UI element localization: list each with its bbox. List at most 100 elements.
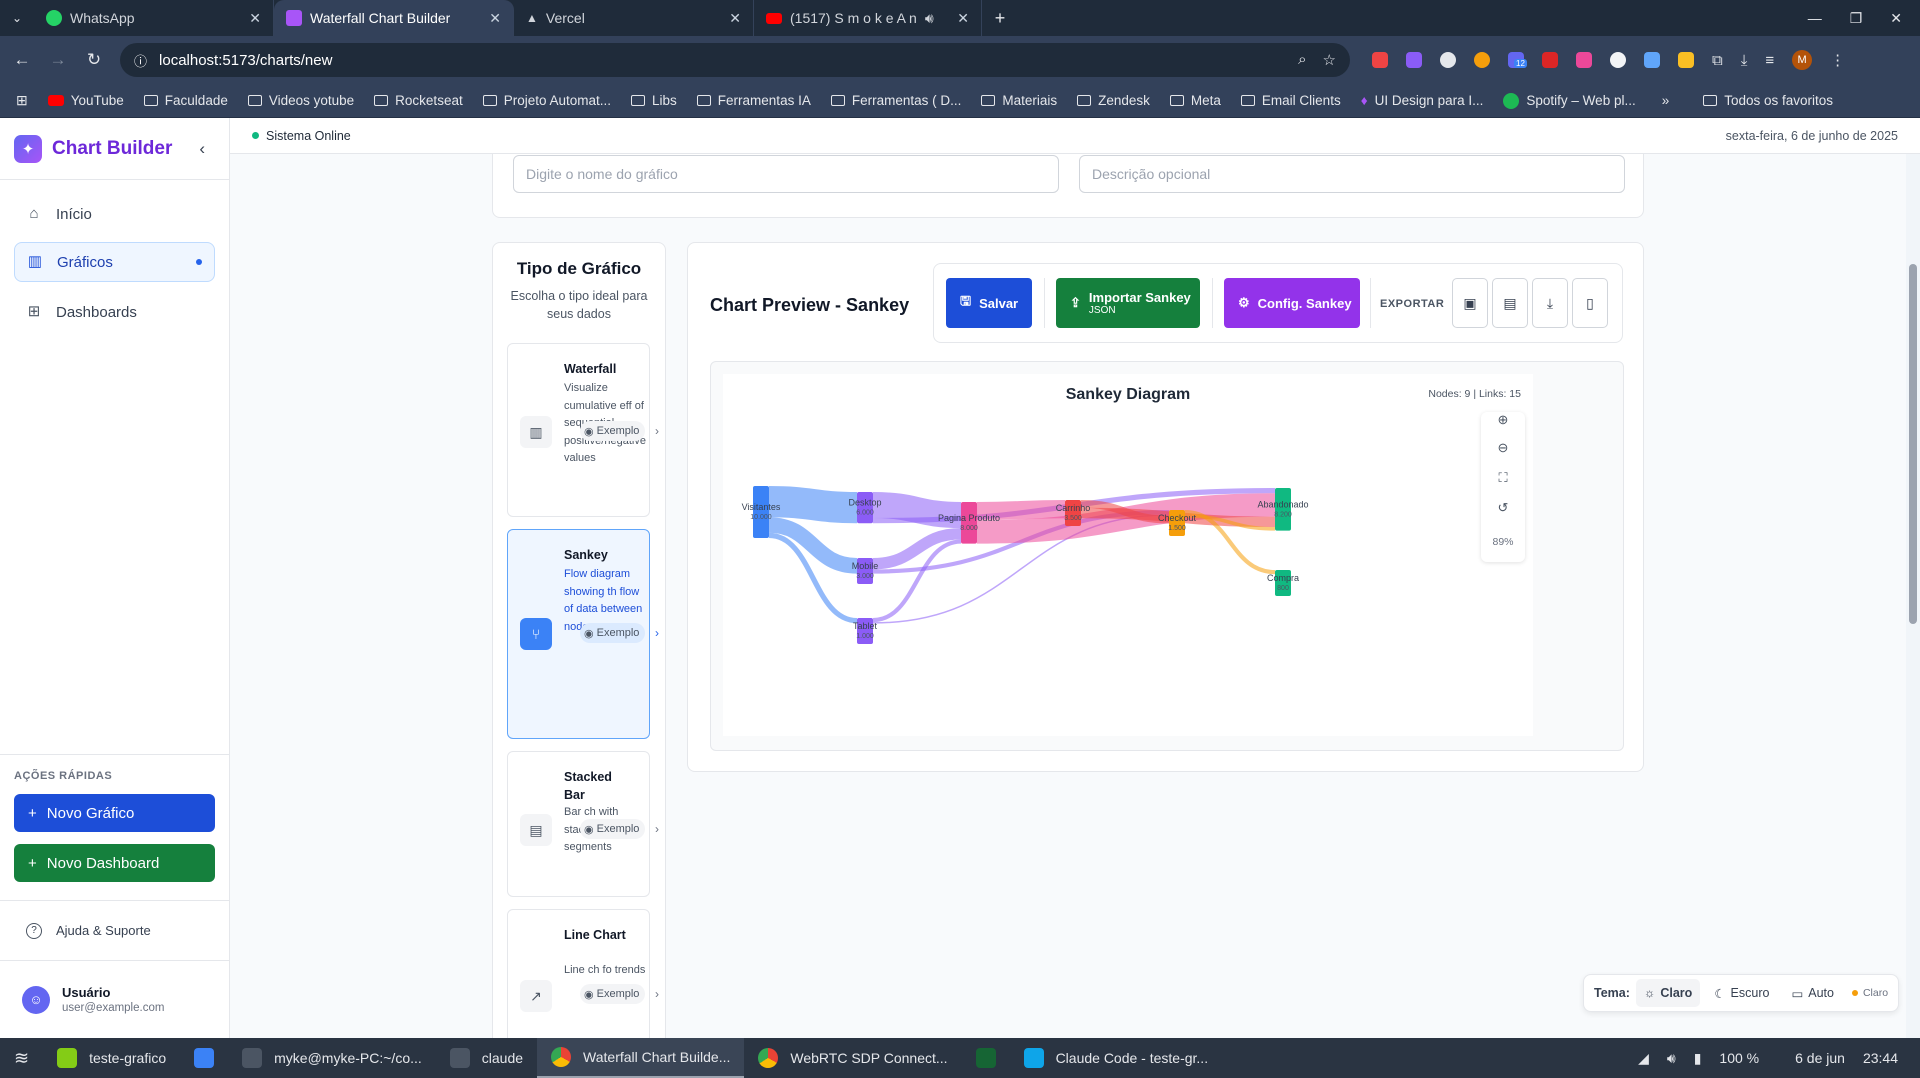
export-file-button[interactable]: ▯ [1572, 278, 1608, 328]
forward-icon[interactable]: → [44, 50, 72, 70]
sankey-link[interactable] [976, 500, 1066, 521]
taskbar-item[interactable]: WebRTC SDP Connect... [744, 1038, 961, 1078]
bookmark-item[interactable]: Rocketseat [374, 93, 463, 108]
theme-dark-button[interactable]: ☾ Escuro [1706, 979, 1777, 1007]
scrollbar-thumb[interactable] [1909, 264, 1917, 624]
taskbar-item[interactable]: claude [436, 1038, 537, 1078]
browser-tab[interactable]: (1517) S m o k e A n 🔊︎ ✕ [754, 0, 982, 36]
save-button[interactable]: 🖫︎ Salvar [946, 278, 1032, 328]
more-bookmarks-icon[interactable]: » [1662, 93, 1670, 108]
taskbar-item-active[interactable]: Waterfall Chart Builde... [537, 1038, 745, 1078]
bookmark-item[interactable]: Ferramentas IA [696, 93, 811, 108]
browser-tab-active[interactable]: Waterfall Chart Builder ✕ [274, 0, 514, 36]
sankey-link[interactable] [872, 528, 962, 570]
taskbar-item[interactable]: Claude Code - teste-gr... [1010, 1038, 1223, 1078]
maximize-icon[interactable]: ❐ [1850, 10, 1863, 27]
all-bookmarks[interactable]: Todos os favoritos [1703, 93, 1833, 108]
reset-icon[interactable]: ↺ [1481, 500, 1525, 516]
new-chart-button[interactable]: + Novo Gráfico [14, 794, 215, 832]
bookmark-item[interactable]: Libs [631, 93, 677, 108]
extension-icon[interactable] [1440, 52, 1456, 68]
reload-icon[interactable]: ↻ [80, 50, 108, 70]
puzzle-icon[interactable]: ⧉ [1712, 52, 1723, 69]
export-download-button[interactable]: ⤓ [1532, 278, 1568, 328]
zoom-out-icon[interactable]: ⊖ [1481, 440, 1525, 456]
download-icon[interactable]: ⤓ [1741, 52, 1748, 69]
browser-tab[interactable]: WhatsApp ✕ [34, 0, 274, 36]
new-tab-button[interactable]: + [982, 8, 1018, 29]
media-icon[interactable]: ≡ [1765, 52, 1774, 69]
chart-type-sankey[interactable]: ⑂ Sankey Flow diagram showing th flow of… [507, 529, 659, 739]
apps-grid-icon[interactable]: ⊞ [16, 92, 28, 109]
nav-item-graficos[interactable]: ▥ Gráficos [14, 242, 215, 282]
example-button[interactable]: ◉ Exemplo [580, 623, 646, 643]
close-icon[interactable]: ✕ [489, 10, 501, 27]
taskbar-item[interactable]: teste-grafico [43, 1038, 180, 1078]
back-icon[interactable]: ← [8, 50, 36, 70]
zoom-search-icon[interactable]: ⌕ [1298, 51, 1306, 69]
user-profile[interactable]: ☺ Usuário user@example.com [0, 960, 230, 1038]
extension-icon[interactable]: 12 [1508, 52, 1527, 68]
start-menu-button[interactable]: ≋ [0, 1038, 43, 1078]
example-button[interactable]: ◉ Exemplo [580, 421, 646, 441]
bookmark-item[interactable]: Projeto Automat... [482, 93, 611, 108]
taskbar-item[interactable] [180, 1038, 228, 1078]
bookmark-item[interactable]: Email Clients [1240, 93, 1341, 108]
export-image-button[interactable]: ▣ [1452, 278, 1488, 328]
example-button[interactable]: ◉ Exemplo [580, 819, 646, 839]
sankey-link[interactable] [768, 517, 858, 574]
chart-name-input[interactable]: Digite o nome do gráfico [513, 155, 1059, 193]
chart-description-input[interactable]: Descrição opcional [1079, 155, 1625, 193]
close-icon[interactable]: ✕ [249, 10, 261, 27]
minimize-icon[interactable]: — [1808, 10, 1822, 27]
chart-type-waterfall[interactable]: ▥ Waterfall Visualize cumulative eff of … [507, 343, 659, 517]
help-support-link[interactable]: ? Ajuda & Suporte [0, 900, 230, 960]
chart-type-stacked-bar[interactable]: ▤ Stacked Bar Bar ch with stacked segmen… [507, 751, 659, 897]
tab-list-icon[interactable]: ⌄ [0, 11, 34, 25]
profile-avatar[interactable]: M [1792, 50, 1813, 70]
nav-item-inicio[interactable]: ⌂ Início [14, 194, 215, 234]
theme-light-button[interactable]: ☼ Claro [1635, 979, 1701, 1007]
close-icon[interactable]: ✕ [729, 10, 741, 27]
bookmark-item[interactable]: ♦ UI Design para I... [1361, 93, 1484, 108]
bookmark-item[interactable]: Meta [1169, 93, 1221, 108]
volume-icon[interactable]: 🔊︎ [1667, 1050, 1676, 1067]
site-info-icon[interactable]: ⓘ [134, 51, 147, 70]
close-window-icon[interactable]: ✕ [1890, 10, 1902, 27]
extension-icon[interactable] [1372, 52, 1388, 68]
extension-icon[interactable] [1542, 52, 1558, 68]
sankey-svg[interactable]: Visitantes 10.000 Desktop 6.000 Mobile 3.000 T… [723, 374, 1533, 736]
extension-icon[interactable] [1576, 52, 1592, 68]
bookmark-item[interactable]: Materiais [981, 93, 1057, 108]
chart-type-line[interactable]: ↗ Line Chart Line ch fo trends ◉ Exemplo … [507, 909, 659, 1038]
wifi-icon[interactable]: ◢ [1638, 1050, 1649, 1067]
page-scrollbar[interactable] [1906, 154, 1920, 1038]
bookmark-item[interactable]: YouTube [47, 93, 124, 108]
import-sankey-button[interactable]: ⇪ Importar Sankey JSON [1056, 278, 1200, 328]
extension-icon[interactable] [1610, 52, 1626, 68]
zoom-in-icon[interactable]: ⊕ [1481, 412, 1525, 428]
browser-tab[interactable]: ▲ Vercel ✕ [514, 0, 754, 36]
bookmark-star-icon[interactable]: ☆ [1323, 51, 1336, 69]
url-bar[interactable]: ⓘ localhost:5173/charts/new ⌕ ☆ [120, 43, 1350, 77]
example-button[interactable]: ◉ Exemplo [580, 984, 646, 1004]
extension-icon[interactable] [1406, 52, 1422, 68]
battery-icon[interactable]: ▮ [1694, 1050, 1702, 1067]
bookmark-item[interactable]: Zendesk [1077, 93, 1150, 108]
extension-icon[interactable] [1644, 52, 1660, 68]
close-icon[interactable]: ✕ [957, 10, 969, 27]
sankey-link[interactable] [768, 486, 858, 524]
collapse-sidebar-icon[interactable]: ‹ [199, 139, 205, 159]
extension-icon[interactable] [1678, 52, 1694, 68]
new-dashboard-button[interactable]: + Novo Dashboard [14, 844, 215, 882]
export-pdf-button[interactable]: ▤ [1492, 278, 1528, 328]
sankey-node-visitantes[interactable] [753, 486, 769, 538]
bookmark-item[interactable]: Faculdade [143, 93, 228, 108]
bookmark-item[interactable]: Videos yotube [247, 93, 354, 108]
theme-auto-button[interactable]: ▭ Auto [1783, 979, 1842, 1007]
config-sankey-button[interactable]: ⚙ Config. Sankey [1224, 278, 1360, 328]
extension-icon[interactable] [1474, 52, 1490, 68]
menu-icon[interactable]: ⋮ [1830, 51, 1845, 69]
bookmark-item[interactable]: Ferramentas ( D... [830, 93, 961, 108]
nav-item-dashboards[interactable]: ⊞ Dashboards [14, 292, 215, 332]
